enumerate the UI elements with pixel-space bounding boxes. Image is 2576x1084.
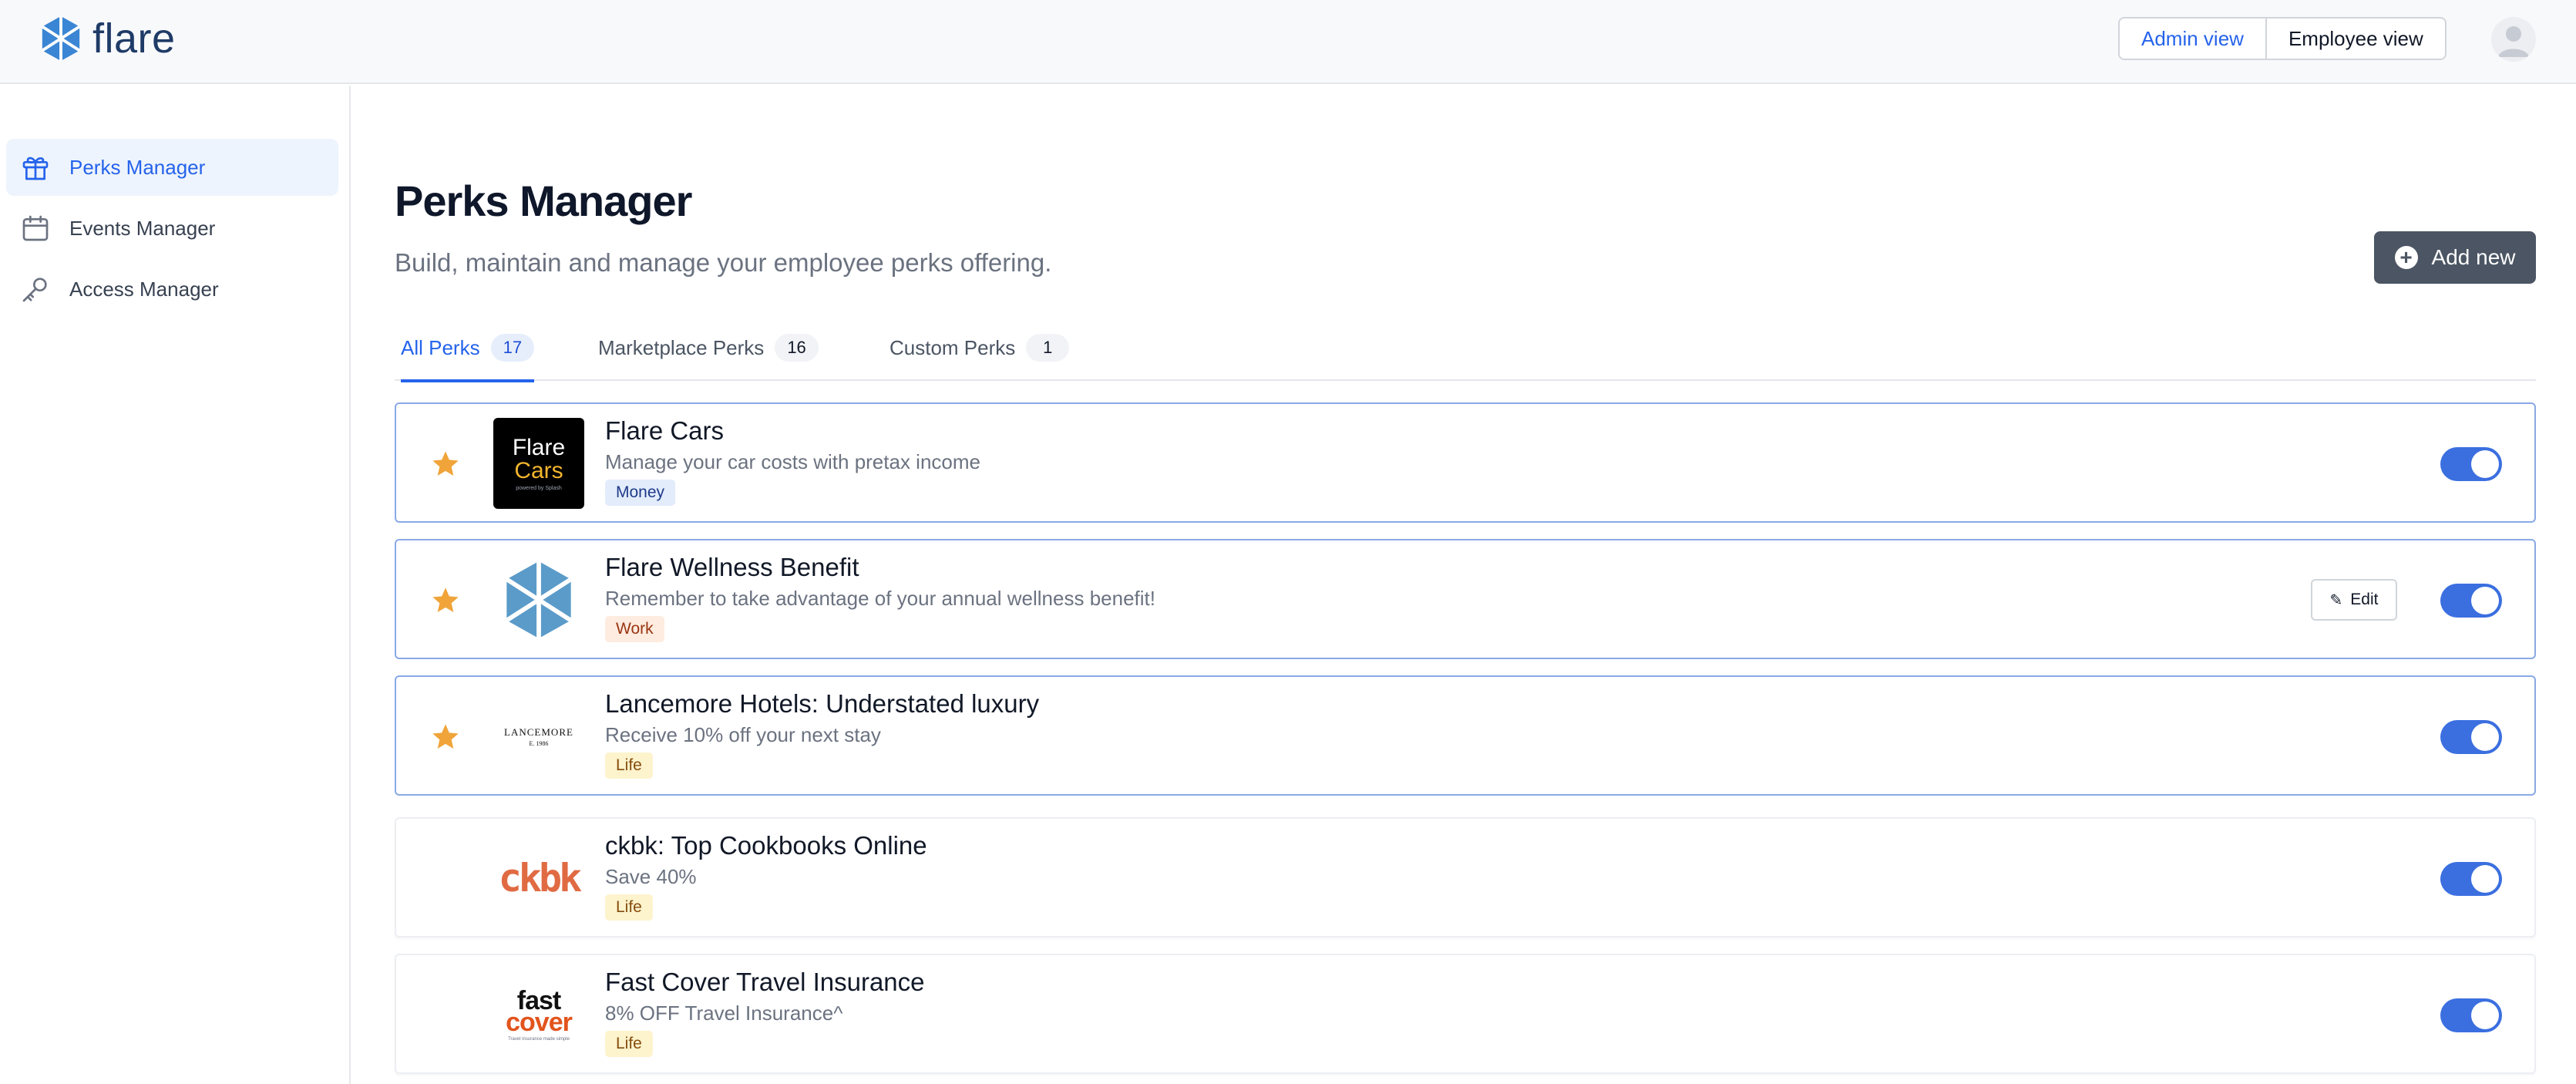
plus-circle-icon: +: [2394, 246, 2418, 269]
star-icon[interactable]: [430, 449, 461, 480]
perk-description: Manage your car costs with pretax income: [605, 450, 980, 473]
logo-text: flare: [92, 15, 176, 62]
perk-description: Remember to take advantage of your annua…: [605, 587, 1155, 610]
perk-category-tag: Life: [605, 894, 653, 921]
sidebar-item-label: Perks Manager: [69, 155, 206, 179]
perk-title: Fast Cover Travel Insurance: [605, 968, 925, 996]
sidebar-item-events-manager[interactable]: Events Manager: [6, 200, 338, 257]
view-switch: Admin view Employee view: [2118, 17, 2447, 60]
tab-count-badge: 1: [1026, 334, 1070, 362]
toggle-knob: [2471, 865, 2499, 893]
sidebar-item-label: Events Manager: [69, 216, 216, 240]
perk-enabled-toggle[interactable]: [2440, 720, 2502, 754]
flare-logo[interactable]: flare: [39, 15, 176, 62]
tab-label: Custom Perks: [889, 335, 1016, 359]
perk-logo: [493, 554, 584, 645]
gift-icon: [18, 150, 52, 184]
edit-label: Edit: [2350, 591, 2379, 608]
perk-logo: fast cover Travel insurance made simple: [506, 986, 573, 1042]
sidebar-item-perks-manager[interactable]: Perks Manager: [6, 139, 338, 196]
perk-title: Lancemore Hotels: Understated luxury: [605, 689, 1040, 718]
tab-count-badge: 16: [775, 334, 819, 362]
page-title: Perks Manager: [395, 177, 692, 225]
toggle-knob: [2471, 450, 2499, 478]
perk-description: 8% OFF Travel Insurance^: [605, 1002, 843, 1025]
add-new-label: Add new: [2431, 245, 2516, 269]
perk-category-tag: Money: [605, 480, 676, 506]
perk-enabled-toggle[interactable]: [2440, 584, 2502, 618]
perk-card-fast-cover[interactable]: fast cover Travel insurance made simple …: [395, 954, 2536, 1074]
flare-logo-icon: [505, 561, 573, 638]
key-icon: [18, 272, 52, 306]
page-subtitle: Build, maintain and manage your employee…: [395, 248, 1052, 277]
perk-card-flare-cars[interactable]: Flare Cars powered by Splash Flare Cars …: [395, 402, 2536, 523]
tab-label: All Perks: [401, 335, 480, 359]
user-icon: [2498, 26, 2529, 57]
perk-logo: LANCEMORE E. 1986: [504, 725, 573, 747]
tab-all-perks[interactable]: All Perks 17: [401, 315, 535, 382]
tab-custom-perks[interactable]: Custom Perks 1: [889, 315, 1070, 381]
perk-title: ckbk: Top Cookbooks Online: [605, 831, 927, 860]
top-header: flare Admin view Employee view: [0, 0, 2576, 84]
tab-label: Marketplace Perks: [598, 335, 765, 359]
user-avatar[interactable]: [2491, 17, 2536, 62]
tab-count-badge: 17: [490, 334, 535, 362]
perk-enabled-toggle[interactable]: [2440, 447, 2502, 481]
perk-description: Save 40%: [605, 865, 697, 888]
perk-category-tag: Life: [605, 752, 653, 779]
perk-title: Flare Cars: [605, 416, 725, 445]
calendar-icon: [18, 211, 52, 245]
perk-enabled-toggle[interactable]: [2440, 998, 2502, 1032]
employee-view-button[interactable]: Employee view: [2267, 19, 2445, 59]
flare-logo-icon: [41, 16, 81, 61]
sidebar-item-access-manager[interactable]: Access Manager: [6, 261, 338, 318]
pencil-icon: ✎: [2329, 591, 2343, 609]
perk-enabled-toggle[interactable]: [2440, 862, 2502, 896]
toggle-knob: [2471, 1002, 2499, 1029]
star-icon[interactable]: [430, 722, 461, 752]
perk-logo: Flare Cars powered by Splash: [493, 418, 584, 509]
star-icon[interactable]: [430, 585, 461, 616]
perk-card-flare-wellness-benefit[interactable]: Flare Wellness Benefit Remember to take …: [395, 539, 2536, 659]
perk-description: Receive 10% off your next stay: [605, 723, 881, 746]
perk-category-tag: Life: [605, 1031, 653, 1057]
tab-marketplace-perks[interactable]: Marketplace Perks 16: [598, 315, 819, 381]
admin-view-button[interactable]: Admin view: [2120, 19, 2267, 59]
perk-title: Flare Wellness Benefit: [605, 553, 859, 581]
toggle-knob: [2471, 587, 2499, 614]
sidebar-item-label: Access Manager: [69, 277, 219, 301]
perk-card-ckbk[interactable]: ckbk ckbk: Top Cookbooks Online Save 40%…: [395, 817, 2536, 938]
sidebar: Perks Manager Events Manager Access Mana…: [0, 86, 351, 1084]
edit-perk-button[interactable]: ✎ Edit: [2311, 579, 2397, 621]
add-new-button[interactable]: + Add new: [2374, 231, 2536, 284]
perk-logo: ckbk: [498, 856, 582, 901]
perk-category-tag: Work: [605, 616, 664, 642]
perk-tabs: All Perks 17 Marketplace Perks 16 Custom…: [395, 315, 2536, 382]
toggle-knob: [2471, 723, 2499, 751]
perk-card-lancemore-hotels[interactable]: LANCEMORE E. 1986 Lancemore Hotels: Unde…: [395, 675, 2536, 796]
